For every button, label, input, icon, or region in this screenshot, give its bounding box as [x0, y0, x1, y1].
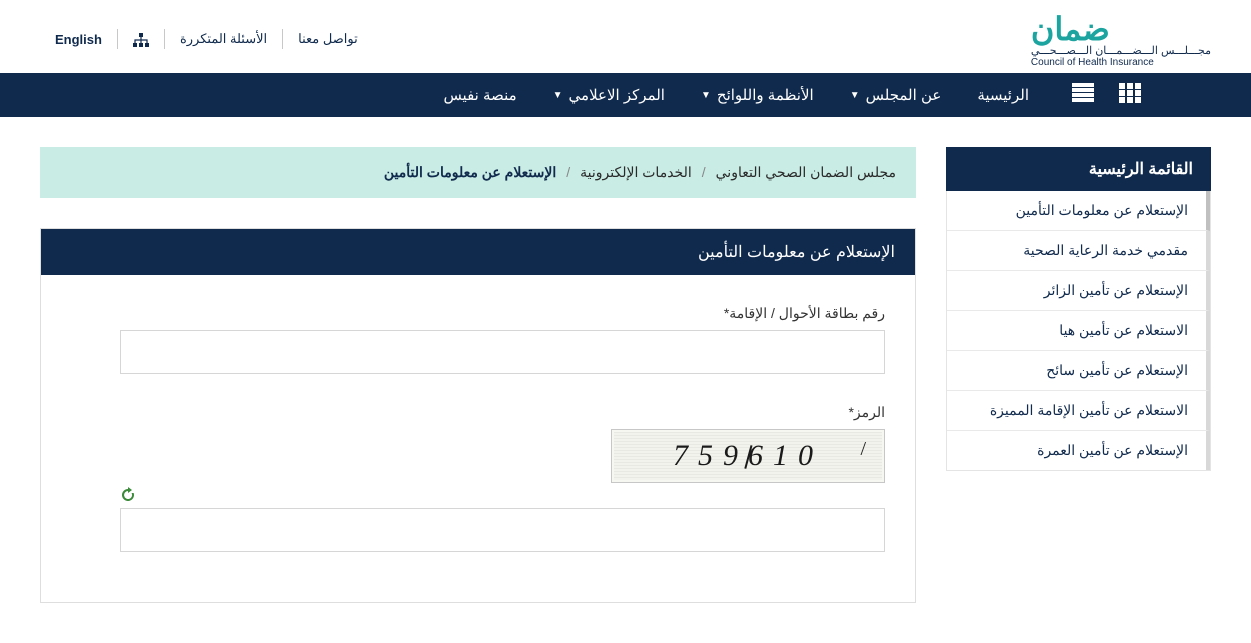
- main-nav: الرئيسية عن المجلس▼ الأنظمة واللوائح▼ ال…: [0, 73, 1251, 117]
- refresh-captcha-icon[interactable]: [120, 487, 136, 503]
- nav-nafees[interactable]: منصة نفيس: [425, 73, 534, 117]
- top-links: تواصل معنا الأسئلة المتكررة English: [40, 29, 373, 49]
- sidebar-item-insurance-info[interactable]: الإستعلام عن معلومات التأمين: [947, 191, 1210, 231]
- id-label: رقم بطاقة الأحوال / الإقامة*: [71, 305, 885, 322]
- breadcrumb: مجلس الضمان الصحي التعاوني / الخدمات الإ…: [40, 147, 916, 198]
- sidebar: القائمة الرئيسية الإستعلام عن معلومات ال…: [946, 147, 1211, 471]
- nav-about[interactable]: عن المجلس▼: [832, 73, 960, 117]
- logo-sub-en: Council of Health Insurance: [1031, 57, 1211, 68]
- chevron-down-icon: ▼: [553, 90, 563, 101]
- faq-link[interactable]: الأسئلة المتكررة: [165, 31, 282, 47]
- contact-link[interactable]: تواصل معنا: [283, 31, 373, 47]
- logo-main: ضمان: [1031, 10, 1211, 48]
- sidebar-item-providers[interactable]: مقدمي خدمة الرعاية الصحية: [947, 231, 1210, 271]
- grid-icon[interactable]: [1119, 83, 1141, 108]
- sidebar-item-tourist[interactable]: الإستعلام عن تأمين سائح: [947, 351, 1210, 391]
- english-link[interactable]: English: [40, 32, 117, 47]
- id-input[interactable]: [120, 330, 885, 374]
- separator: [164, 29, 165, 49]
- chevron-down-icon: ▼: [701, 90, 711, 101]
- sidebar-item-umrah[interactable]: الإستعلام عن تأمين العمرة: [947, 431, 1210, 470]
- nav-regulations[interactable]: الأنظمة واللوائح▼: [683, 73, 832, 117]
- breadcrumb-home[interactable]: مجلس الضمان الصحي التعاوني: [716, 164, 896, 181]
- nav-home[interactable]: الرئيسية: [959, 73, 1047, 117]
- brand-logo: ضمان مجـــلـــس الـــضـــمـــان الـــصــ…: [991, 10, 1211, 68]
- list-icon[interactable]: [1072, 83, 1094, 108]
- separator: [117, 29, 118, 49]
- separator: [282, 29, 283, 49]
- captcha-image: 759610 /: [611, 429, 885, 483]
- sidebar-item-haya[interactable]: الاستعلام عن تأمين هيا: [947, 311, 1210, 351]
- breadcrumb-current: الإستعلام عن معلومات التأمين: [384, 164, 556, 181]
- sidebar-title: القائمة الرئيسية: [946, 147, 1211, 191]
- sidebar-item-premium-residency[interactable]: الاستعلام عن تأمين الإقامة المميزة: [947, 391, 1210, 431]
- main-content: مجلس الضمان الصحي التعاوني / الخدمات الإ…: [40, 147, 916, 603]
- captcha-input[interactable]: [120, 508, 885, 552]
- panel-title: الإستعلام عن معلومات التأمين: [41, 229, 915, 275]
- chevron-down-icon: ▼: [850, 90, 860, 101]
- breadcrumb-separator: /: [702, 164, 706, 181]
- nav-media[interactable]: المركز الاعلامي▼: [535, 73, 683, 117]
- breadcrumb-services[interactable]: الخدمات الإلكترونية: [580, 164, 692, 181]
- logo-sub-ar: مجـــلـــس الـــضـــمـــان الـــصـــحـــ…: [1031, 44, 1211, 57]
- nav-menu: الرئيسية عن المجلس▼ الأنظمة واللوائح▼ ال…: [425, 73, 1047, 117]
- query-panel: الإستعلام عن معلومات التأمين رقم بطاقة ا…: [40, 228, 916, 603]
- breadcrumb-separator: /: [566, 164, 570, 181]
- captcha-label: الرمز*: [71, 404, 885, 421]
- sidebar-item-visitor[interactable]: الإستعلام عن تأمين الزائر: [947, 271, 1210, 311]
- sidebar-list: الإستعلام عن معلومات التأمين مقدمي خدمة …: [946, 191, 1211, 471]
- sitemap-icon[interactable]: [118, 31, 164, 47]
